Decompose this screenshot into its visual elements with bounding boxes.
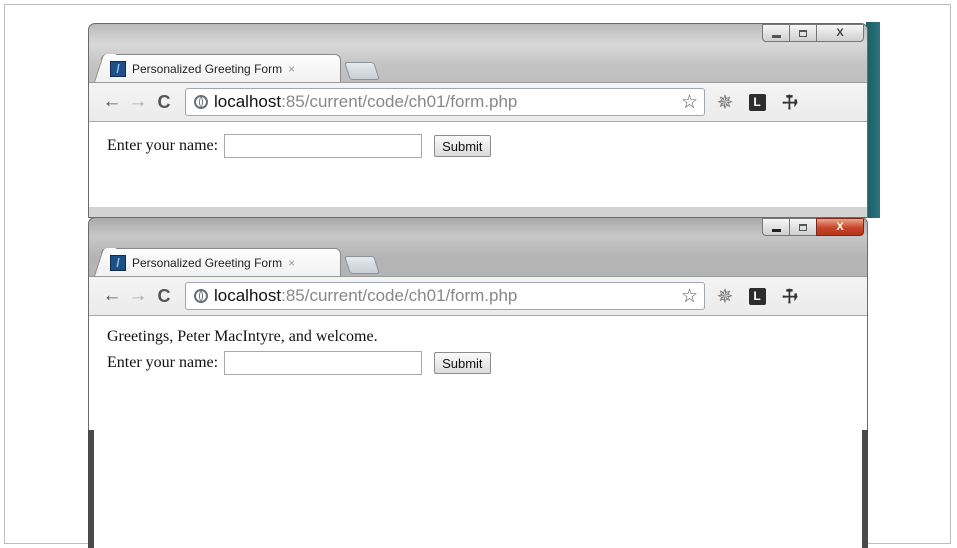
gear-icon: ✵ bbox=[716, 285, 734, 308]
tab-strip: / Personalized Greeting Form × bbox=[101, 50, 380, 82]
close-icon: X bbox=[836, 221, 844, 233]
window-controls: X bbox=[762, 218, 864, 236]
name-input[interactable] bbox=[224, 134, 423, 158]
tab-close-icon[interactable]: × bbox=[288, 62, 295, 76]
wrench-icon: ⚒ bbox=[776, 88, 803, 115]
extension-l-button[interactable]: L bbox=[745, 90, 769, 114]
browser-toolbar: ← → C localhost:85/current/code/ch01/for… bbox=[89, 82, 867, 122]
extension-gear-button[interactable]: ✵ bbox=[713, 284, 737, 308]
page-content: Greetings, Peter MacIntyre, and welcome.… bbox=[89, 316, 867, 548]
url-path: :85/current/code/ch01/form.php bbox=[281, 286, 518, 305]
maximize-button[interactable] bbox=[789, 218, 817, 236]
l-extension-icon: L bbox=[748, 93, 766, 111]
minimize-button[interactable] bbox=[762, 24, 790, 42]
minimize-icon bbox=[771, 34, 781, 38]
greeting-message: Greetings, Peter MacIntyre, and welcome. bbox=[107, 328, 378, 345]
address-bar[interactable]: localhost:85/current/code/ch01/form.php … bbox=[185, 282, 705, 310]
page-content: Enter your name: Submit bbox=[89, 122, 867, 217]
zend-favicon-icon: / bbox=[110, 60, 126, 77]
url-host: localhost bbox=[214, 286, 282, 305]
url-path: :85/current/code/ch01/form.php bbox=[281, 92, 518, 111]
gear-icon: ✵ bbox=[716, 91, 734, 114]
name-input[interactable] bbox=[224, 351, 423, 375]
wrench-icon: ⚒ bbox=[776, 282, 803, 309]
zend-favicon-icon: / bbox=[110, 254, 126, 271]
extension-l-button[interactable]: L bbox=[745, 284, 769, 308]
globe-icon bbox=[194, 289, 208, 303]
name-form: Enter your name: Submit bbox=[107, 350, 849, 376]
new-tab-button[interactable] bbox=[344, 256, 380, 274]
wrench-menu-button[interactable]: ⚒ bbox=[776, 282, 803, 309]
tab-personalized-greeting-form[interactable]: / Personalized Greeting Form × bbox=[101, 54, 341, 82]
browser-window-bottom[interactable]: X / Personalized Greeting Form × ← → C l… bbox=[88, 217, 868, 548]
extension-gear-button[interactable]: ✵ bbox=[713, 90, 737, 114]
address-bar[interactable]: localhost:85/current/code/ch01/form.php … bbox=[185, 88, 705, 116]
maximize-icon bbox=[799, 29, 807, 37]
window-controls: X bbox=[762, 24, 864, 42]
tab-close-icon[interactable]: × bbox=[288, 256, 295, 270]
name-label: Enter your name: bbox=[107, 137, 219, 154]
forward-button[interactable]: → bbox=[125, 89, 151, 115]
tab-title: Personalized Greeting Form bbox=[132, 61, 283, 76]
browser-toolbar: ← → C localhost:85/current/code/ch01/for… bbox=[89, 276, 867, 316]
back-button[interactable]: ← bbox=[99, 283, 125, 309]
maximize-button[interactable] bbox=[789, 24, 817, 42]
name-form: Enter your name: Submit bbox=[107, 133, 849, 159]
wrench-menu-button[interactable]: ⚒ bbox=[776, 88, 803, 115]
minimize-button[interactable] bbox=[762, 218, 790, 236]
url-text: localhost:85/current/code/ch01/form.php bbox=[214, 92, 517, 112]
tab-personalized-greeting-form[interactable]: / Personalized Greeting Form × bbox=[101, 248, 341, 276]
url-text: localhost:85/current/code/ch01/form.php bbox=[214, 286, 517, 306]
tab-title: Personalized Greeting Form bbox=[132, 255, 283, 270]
new-tab-button[interactable] bbox=[344, 62, 380, 80]
maximize-icon bbox=[799, 223, 807, 231]
submit-button[interactable]: Submit bbox=[434, 135, 491, 157]
reload-button[interactable]: C bbox=[151, 283, 177, 309]
forward-button[interactable]: → bbox=[125, 283, 151, 309]
url-host: localhost bbox=[214, 92, 282, 111]
close-window-button[interactable]: X bbox=[816, 218, 864, 236]
browser-window-top[interactable]: X / Personalized Greeting Form × ← → C l… bbox=[88, 23, 868, 218]
globe-icon bbox=[194, 95, 208, 109]
name-label: Enter your name: bbox=[107, 354, 219, 371]
bookmark-star-icon[interactable]: ☆ bbox=[681, 91, 698, 114]
desktop-background bbox=[866, 22, 880, 218]
back-button[interactable]: ← bbox=[99, 89, 125, 115]
close-window-button[interactable]: X bbox=[816, 24, 864, 42]
submit-button[interactable]: Submit bbox=[434, 352, 491, 374]
minimize-icon bbox=[771, 228, 781, 232]
bookmark-star-icon[interactable]: ☆ bbox=[681, 285, 698, 308]
window-edge-shadow-right bbox=[862, 430, 868, 548]
window-edge-shadow-left bbox=[88, 430, 94, 548]
close-icon: X bbox=[836, 27, 844, 39]
reload-button[interactable]: C bbox=[151, 89, 177, 115]
l-extension-icon: L bbox=[748, 287, 766, 305]
tab-strip: / Personalized Greeting Form × bbox=[101, 244, 380, 276]
